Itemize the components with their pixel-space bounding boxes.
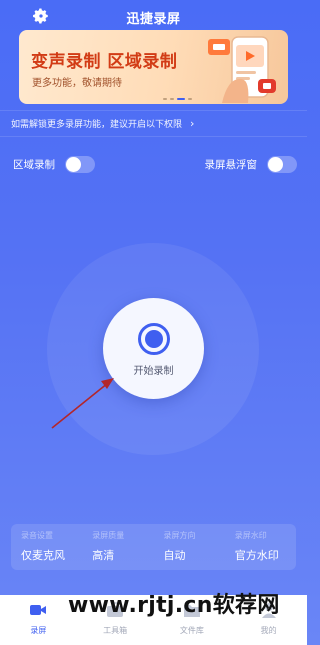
site-watermark: www.rjtj.cn软荐网 <box>68 593 280 618</box>
banner-subtitle: 更多功能，敬请期待 <box>32 78 122 89</box>
tab-label: 我的 <box>260 626 277 635</box>
tab-record[interactable]: 录屏 <box>0 595 77 645</box>
setting-value: 官方水印 <box>234 549 279 562</box>
video-camera-icon <box>30 605 47 615</box>
pager-dot <box>163 98 167 100</box>
app-title: 迅捷录屏 <box>126 11 181 27</box>
floating-window-label: 录屏悬浮窗 <box>204 158 258 171</box>
orientation-setting[interactable]: 录屏方向 自动 <box>154 524 225 570</box>
chevron-right-icon: › <box>190 117 195 130</box>
banner-pager <box>163 98 192 100</box>
tab-label: 工具箱 <box>103 626 128 635</box>
quality-setting[interactable]: 录屏质量 高清 <box>82 524 153 570</box>
banner-title: 变声录制 区域录制 <box>31 52 178 72</box>
setting-value: 仅麦克风 <box>21 549 65 562</box>
promo-banner[interactable]: 变声录制 区域录制 更多功能，敬请期待 <box>19 30 288 104</box>
audio-setting[interactable]: 录音设置 仅麦克风 <box>11 524 82 570</box>
tab-label: 文件库 <box>179 626 204 635</box>
record-settings-bar: 录音设置 仅麦克风 录屏质量 高清 录屏方向 自动 录屏水印 官方水印 <box>11 524 296 570</box>
top-bar: 迅捷录屏 <box>0 0 307 34</box>
region-record-toggle[interactable] <box>65 155 95 173</box>
setting-key: 录音设置 <box>21 531 53 540</box>
setting-key: 录屏质量 <box>92 531 125 540</box>
floating-window-row: 录屏悬浮窗 <box>204 153 297 175</box>
setting-key: 录屏方向 <box>163 531 196 540</box>
setting-key: 录屏水印 <box>234 531 267 540</box>
phone-illustration-icon <box>208 36 276 103</box>
pager-dot <box>170 98 174 100</box>
region-record-row: 区域录制 <box>13 153 95 175</box>
watermark-setting[interactable]: 录屏水印 官方水印 <box>225 524 296 570</box>
permission-notice[interactable]: 如需解锁更多录屏功能，建议开启以下权限 › <box>0 110 307 137</box>
floating-window-toggle[interactable] <box>267 155 297 173</box>
tab-label: 录屏 <box>30 626 47 635</box>
pager-dot <box>188 98 192 100</box>
record-icon <box>137 323 170 355</box>
setting-value: 高清 <box>92 549 115 562</box>
start-record-label: 开始录制 <box>133 366 174 377</box>
setting-value: 自动 <box>163 549 186 562</box>
start-record-button[interactable]: 开始录制 <box>103 298 204 399</box>
notice-text: 如需解锁更多录屏功能，建议开启以下权限 <box>11 120 183 130</box>
pager-dot-active <box>177 98 185 100</box>
gear-icon[interactable] <box>32 7 50 25</box>
region-record-label: 区域录制 <box>13 158 55 171</box>
